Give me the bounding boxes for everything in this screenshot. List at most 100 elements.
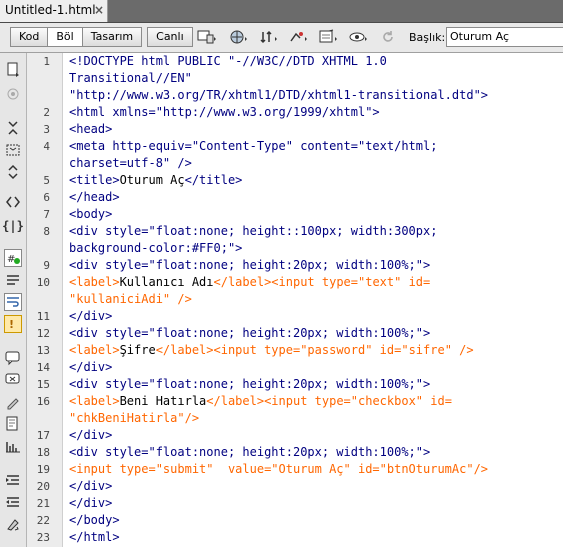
code-line: <div style="float:none; height:20px; wid… [69, 325, 430, 342]
code-token: "chkBeniHatirla"/> [69, 411, 200, 425]
highlight-invalid-code-icon[interactable] [3, 271, 23, 289]
move-css-icon[interactable] [3, 437, 23, 455]
code-line: <input type="submit" value="Oturum Aç" i… [69, 461, 488, 478]
code-token: <meta http-equiv="Content-Type" content=… [69, 139, 438, 153]
line-number: 1 [43, 55, 50, 68]
debug-icon[interactable] [288, 28, 310, 46]
format-source-icon[interactable] [3, 515, 23, 533]
code-token: <label> [69, 275, 120, 289]
view-switcher: Kod Böl Tasarım Canlı [10, 27, 193, 47]
code-line: </body> [69, 512, 120, 529]
code-line: <html xmlns="http://www.w3.org/1999/xhtm… [69, 104, 380, 121]
recent-snippets-icon[interactable] [3, 415, 23, 433]
code-token: <label> [69, 343, 120, 357]
code-line: <label>Şifre</label><input type="passwor… [69, 342, 474, 359]
collapse-selection-icon[interactable] [3, 141, 23, 159]
show-code-navigator-icon[interactable] [3, 85, 23, 103]
code-line: <meta http-equiv="Content-Type" content=… [69, 138, 437, 155]
document-tab[interactable]: Untitled-1.html × [0, 0, 108, 22]
code-token: </body> [69, 513, 120, 527]
line-number: 22 [36, 514, 50, 527]
validate-icon[interactable] [348, 28, 370, 46]
line-number: 14 [36, 361, 50, 374]
code-token: "kullaniciAdi" /> [69, 292, 192, 306]
line-number: 8 [43, 225, 50, 238]
document-tab-bar: Untitled-1.html × [0, 0, 563, 23]
line-number: 18 [36, 446, 50, 459]
word-wrap-icon[interactable] [3, 293, 23, 311]
code-view-button[interactable]: Kod [10, 27, 49, 47]
code-line: <!DOCTYPE html PUBLIC "-//W3C//DTD XHTML… [69, 53, 387, 70]
indent-code-icon[interactable] [3, 471, 23, 489]
outdent-code-icon[interactable] [3, 493, 23, 511]
page-title-label: Başlık: [409, 31, 446, 44]
code-line: <div style="float:none; height:20px; wid… [69, 376, 430, 393]
code-token: </div> [69, 479, 113, 493]
collapse-full-tag-icon[interactable] [3, 119, 23, 137]
multiscreen-icon[interactable] [196, 28, 218, 46]
page-title-input[interactable]: Oturum Aç [446, 27, 563, 47]
line-number: 16 [36, 395, 50, 408]
code-token: </label><input type="text" id= [213, 275, 431, 289]
open-documents-icon[interactable] [3, 61, 23, 79]
code-token: </html> [69, 530, 120, 544]
code-line: </div> [69, 359, 112, 376]
code-line: </div> [69, 478, 112, 495]
line-number: 3 [43, 123, 50, 136]
code-line: "chkBeniHatirla"/> [69, 410, 199, 427]
select-parent-tag-icon[interactable] [3, 193, 23, 211]
code-line: <head> [69, 121, 112, 138]
expand-all-icon[interactable] [3, 163, 23, 181]
file-management-icon[interactable] [258, 28, 280, 46]
balance-braces-icon[interactable]: {|} [2, 217, 24, 235]
code-line: </head> [69, 189, 120, 206]
code-token: Transitional//EN" [69, 71, 192, 85]
code-token: <body> [69, 207, 113, 221]
line-number: 17 [36, 429, 50, 442]
line-number: 20 [36, 480, 50, 493]
browser-preview-icon[interactable] [228, 28, 250, 46]
refresh-icon[interactable] [377, 28, 399, 46]
code-token: Beni Hatırla [119, 394, 207, 408]
code-line: <body> [69, 206, 112, 223]
code-line: background-color:#FF0;"> [69, 240, 242, 257]
syntax-error-alert-icon[interactable]: ! [3, 315, 23, 333]
code-line: <div style="float:none; height:20px; wid… [69, 257, 430, 274]
code-token: </head> [69, 190, 120, 204]
code-editor[interactable]: <!DOCTYPE html PUBLIC "-//W3C//DTD XHTML… [63, 53, 563, 547]
line-number: 21 [36, 497, 50, 510]
code-token: </label><input type="checkbox" id= [206, 394, 452, 408]
line-number: 10 [36, 276, 50, 289]
wrap-tag-icon[interactable] [3, 393, 23, 411]
code-token: <div style="float:none; height:20px; wid… [69, 258, 431, 272]
code-token: charset=utf-8" /> [69, 156, 192, 170]
code-token: <!DOCTYPE html PUBLIC "-//W3C//DTD XHTML… [69, 54, 387, 68]
document-toolbar: Kod Böl Tasarım Canlı Başlık: Oturum Aç [0, 23, 563, 53]
line-numbers-icon[interactable]: # [3, 249, 23, 267]
apply-comment-icon[interactable] [3, 349, 23, 367]
close-icon[interactable]: × [94, 3, 104, 17]
code-token: Kullanıcı Adı [119, 275, 214, 289]
live-view-button[interactable]: Canlı [147, 27, 193, 47]
code-line: <div style="float:none; height:20px; wid… [69, 444, 430, 461]
design-view-button[interactable]: Tasarım [81, 27, 143, 47]
code-token: background-color:#FF0;"> [69, 241, 243, 255]
code-line: <label>Kullanıcı Adı</label><input type=… [69, 274, 430, 291]
line-number: 2 [43, 106, 50, 119]
code-token: Oturum Aç [119, 173, 185, 187]
line-number: 13 [36, 344, 50, 357]
code-line: "http://www.w3.org/TR/xhtml1/DTD/xhtml1-… [69, 87, 488, 104]
code-line: <title>Oturum Aç</title> [69, 172, 242, 189]
remove-comment-icon[interactable] [3, 371, 23, 389]
visual-aids-icon[interactable] [318, 28, 340, 46]
line-number-gutter: 1 2 3 4 5 6 7 8 9 10 11 12 13 14 15 16 1… [27, 53, 63, 547]
line-number: 9 [43, 259, 50, 272]
line-number: 11 [36, 310, 50, 323]
code-token: </div> [69, 496, 113, 510]
code-token: <div style="float:none; height::100px; w… [69, 224, 438, 238]
split-view-button[interactable]: Böl [47, 27, 83, 47]
code-line: Transitional//EN" [69, 70, 192, 87]
code-line: </div> [69, 308, 112, 325]
code-token: </title> [184, 173, 243, 187]
line-number: 23 [36, 531, 50, 544]
